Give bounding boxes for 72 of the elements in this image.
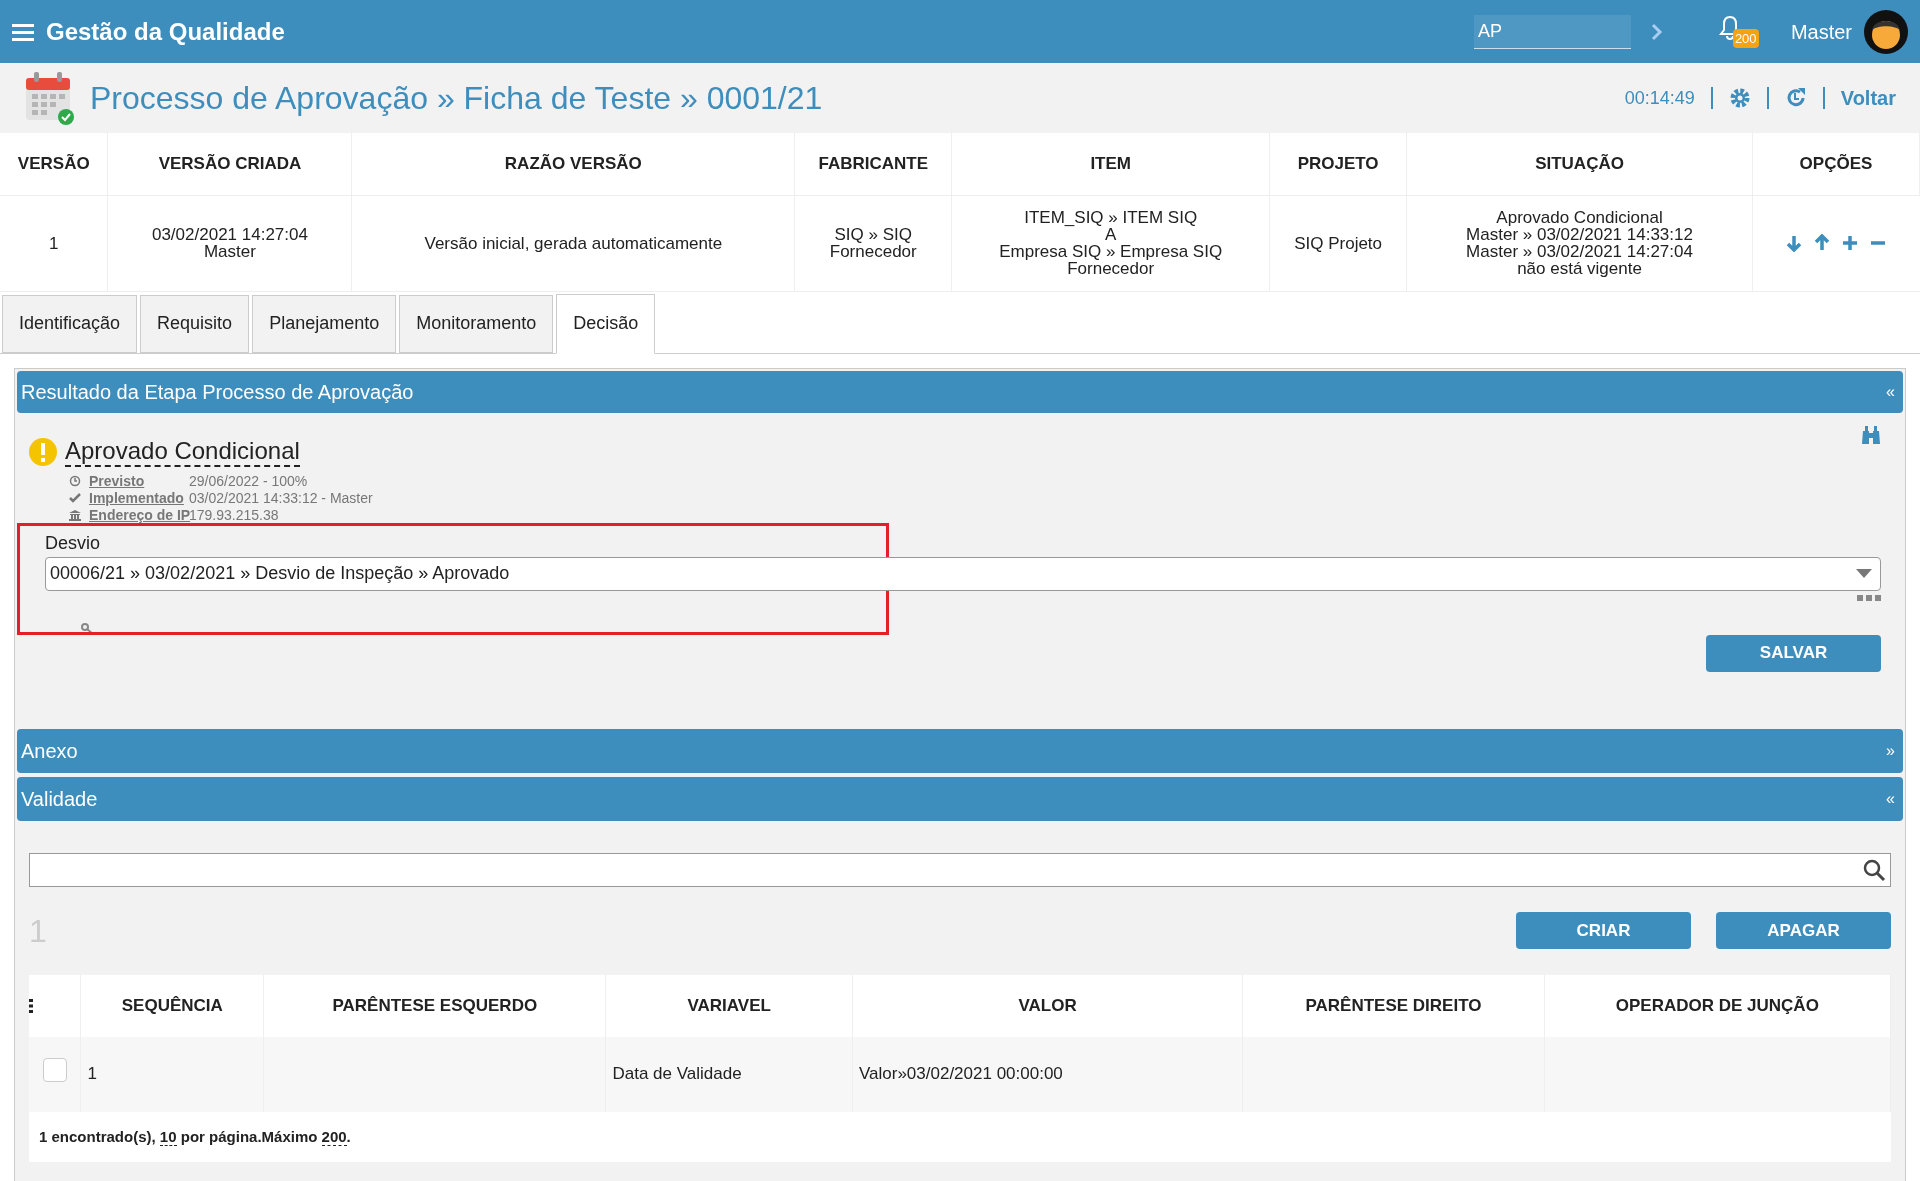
column-header: PARÊNTESE DIREITO <box>1305 995 1482 1015</box>
user-name[interactable]: Master <box>1790 16 1852 47</box>
table-cell: Data de Validade <box>612 1064 742 1084</box>
column-header: SEQUÊNCIA <box>121 995 223 1015</box>
search-field[interactable] <box>29 852 1891 887</box>
column-header: OPERADOR DE JUNÇÃO <box>1615 995 1819 1015</box>
section-header[interactable]: Anexo » <box>17 728 1903 773</box>
max-link[interactable]: 200 <box>321 1127 347 1146</box>
table-cell-text: Versão inicial, gerada automaticamente <box>423 234 724 252</box>
tab[interactable]: Identificação <box>2 294 138 353</box>
tab[interactable]: Decisão <box>556 293 656 354</box>
column-header: PROJETO <box>1297 154 1379 173</box>
clock-icon <box>69 475 81 487</box>
page-title: Processo de Aprovação » Ficha de Teste » 0001/21 <box>90 79 823 118</box>
back-link[interactable]: Voltar <box>1840 83 1896 113</box>
search-icon <box>1862 857 1886 882</box>
save-button[interactable]: SALVAR <box>1706 634 1881 672</box>
chevron-right-icon[interactable] <box>1650 22 1663 41</box>
calendar-check-icon <box>24 70 74 126</box>
column-header: PARÊNTESE ESQUERDO <box>332 995 538 1015</box>
table-cell: 1 <box>87 1064 97 1084</box>
detail-value: 179.93.215.38 <box>189 506 279 524</box>
settings-icon[interactable] <box>1728 87 1751 109</box>
notification-badge: 200 <box>1732 28 1759 48</box>
column-header: RAZÃO VERSÃO <box>504 154 642 173</box>
caret-icon <box>1856 569 1872 578</box>
table-cell-text: 1 <box>48 234 60 252</box>
section-header[interactable]: Validade « <box>17 776 1903 821</box>
column-menu-icon[interactable] <box>29 998 33 1013</box>
key-icon[interactable] <box>81 622 95 635</box>
check-icon <box>69 492 81 504</box>
section-header[interactable]: Resultado da Etapa Processo de Aprovação « <box>17 370 1903 413</box>
detail-link[interactable]: Implementado <box>89 489 186 507</box>
column-header: SITUAÇÃO <box>1535 154 1624 173</box>
status-title: Aprovado Condicional <box>65 436 300 467</box>
tab[interactable]: Requisito <box>140 294 250 353</box>
bank-icon <box>69 509 81 521</box>
table-cell-text: SIQ Projeto <box>1293 234 1384 252</box>
column-header: OPÇÕES <box>1799 154 1873 173</box>
pagination-summary: 1 encontrado(s), 10 por página.Máximo 200. <box>38 1126 352 1148</box>
column-header: VERSÃO <box>17 154 90 173</box>
action-button[interactable]: CRIAR <box>1516 912 1691 949</box>
field-label: Desvio <box>45 531 102 555</box>
tab[interactable]: Planejamento <box>252 294 397 353</box>
table-cell: Valor»03/02/2021 00:00:00 <box>858 1064 1063 1084</box>
page-size-link[interactable]: 10 <box>159 1127 177 1146</box>
app-title: Gestão da Qualidade <box>46 16 285 47</box>
deviation-dropdown[interactable]: 00006/21 » 03/02/2021 » Desvio de Inspeção » Aprovado <box>45 556 1881 591</box>
detail-value: 03/02/2021 14:33:12 - Master <box>189 489 373 507</box>
table-cell-text: SIQ » SIQ Fornecedor <box>828 226 918 260</box>
plus-icon[interactable] <box>1841 234 1860 252</box>
table-cell-text: 03/02/2021 14:27:04 Master <box>150 226 309 260</box>
detail-value: 29/06/2022 - 100% <box>189 472 308 490</box>
detail-link[interactable]: Previsto <box>89 472 186 490</box>
session-timer: 00:14:49 <box>1624 86 1695 110</box>
tab[interactable]: Monitoramento <box>399 294 554 353</box>
table-cell-text: Aprovado Condicional Master » 03/02/2021 14:33:12 Master » 03/02/2021 14:27:04 não está vigente <box>1465 209 1694 277</box>
binoculars-icon[interactable] <box>1861 424 1881 445</box>
column-header: VALOR <box>1018 995 1077 1015</box>
checkbox[interactable] <box>42 1058 67 1083</box>
column-header: ITEM <box>1090 154 1131 173</box>
action-button[interactable]: APAGAR <box>1716 912 1891 949</box>
menu-icon[interactable] <box>12 22 34 41</box>
column-header: VERSÃO CRIADA <box>158 154 302 173</box>
avatar[interactable] <box>1864 9 1908 54</box>
column-header: FABRICANTE <box>818 154 929 173</box>
more-icon[interactable] <box>1857 594 1881 601</box>
table-cell-text: ITEM_SIQ » ITEM SIQ A Empresa SIQ » Empresa SIQ Fornecedor <box>998 209 1224 277</box>
arrow-down-icon[interactable] <box>1785 234 1804 252</box>
arrow-up-icon[interactable] <box>1813 234 1832 252</box>
warning-icon <box>29 437 57 466</box>
column-header: VARIAVEL <box>687 995 771 1015</box>
